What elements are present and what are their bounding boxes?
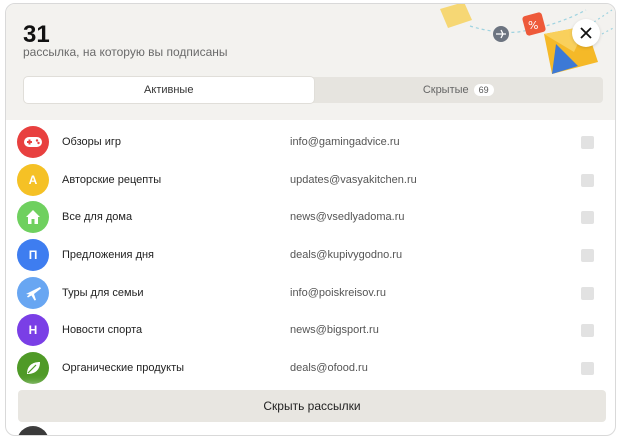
subscription-row: A Авторские рецепты updates@vasyakitchen… [6,161,615,199]
letter-avatar: A [17,163,49,196]
subscription-row: Обзоры игр info@gamingadvice.ru [6,123,615,161]
subscription-email: info@gamingadvice.ru [290,136,400,148]
subscription-row: Н Новости спорта news@bigsport.ru [6,311,615,349]
subscription-subtitle: рассылка, на которую вы подписаны [23,45,228,59]
modal-header: 31 рассылка, на которую вы подписаны % А… [6,4,615,120]
letter-avatar: Н [17,314,49,347]
gamepad-icon [17,126,49,158]
subscription-checkbox[interactable] [581,211,594,225]
subscription-row: Туры для семьи info@poiskreisov.ru [6,274,615,312]
subscription-email: updates@vasyakitchen.ru [290,173,417,186]
subscription-name: Новости спорта [62,324,143,337]
subscription-row: Органические продукты deals@ofood.ru [6,349,615,387]
subscription-name: Авторские рецепты [62,173,162,186]
tab-active-label: Активные [144,84,194,96]
subscription-name: Туры для семьи [62,286,144,299]
subscription-row: П Предложения дня deals@kupivygodno.ru [6,236,615,274]
subscription-checkbox[interactable] [581,362,594,376]
subscription-email: news@bigsport.ru [290,324,379,337]
leaf-icon [17,352,49,385]
house-icon [17,201,49,234]
letter-avatar: П [17,239,49,272]
tab-active[interactable]: Активные [24,77,314,103]
close-button[interactable] [572,19,600,47]
subscription-checkbox[interactable] [581,286,594,300]
subscription-name: Органические продукты [62,362,185,375]
subscriptions-modal: 31 рассылка, на которую вы подписаны % А… [5,3,616,436]
hidden-count-badge: 69 [473,84,494,96]
hide-subscriptions-button[interactable]: Скрыть рассылки [18,390,606,422]
partially-hidden-avatar [17,426,49,435]
subscription-row: Все для дома news@vsedlyadoma.ru [6,198,615,236]
airplane-icon [17,276,49,309]
close-icon [580,27,592,39]
subscription-checkbox[interactable] [581,173,594,187]
subscription-email: deals@ofood.ru [290,362,368,375]
tab-hidden-label: Скрытые [422,84,469,96]
subscription-checkbox[interactable] [581,249,594,263]
subscription-email: info@poiskreisov.ru [290,286,386,299]
subscription-name: Все для дома [62,211,133,224]
subscription-checkbox[interactable] [581,324,594,338]
tab-hidden[interactable]: Скрытые 69 [314,77,604,103]
subscription-name: Предложения дня [62,249,155,262]
tab-bar: Активные Скрытые 69 [24,77,603,103]
subscription-name: Обзоры игр [62,136,122,148]
subscription-list: Обзоры игр info@gamingadvice.ru A Авторс… [6,123,615,387]
subscription-email: deals@kupivygodno.ru [290,249,403,262]
subscription-email: news@vsedlyadoma.ru [290,211,405,224]
svg-text:%: % [528,19,538,32]
subscription-checkbox[interactable] [581,136,594,149]
